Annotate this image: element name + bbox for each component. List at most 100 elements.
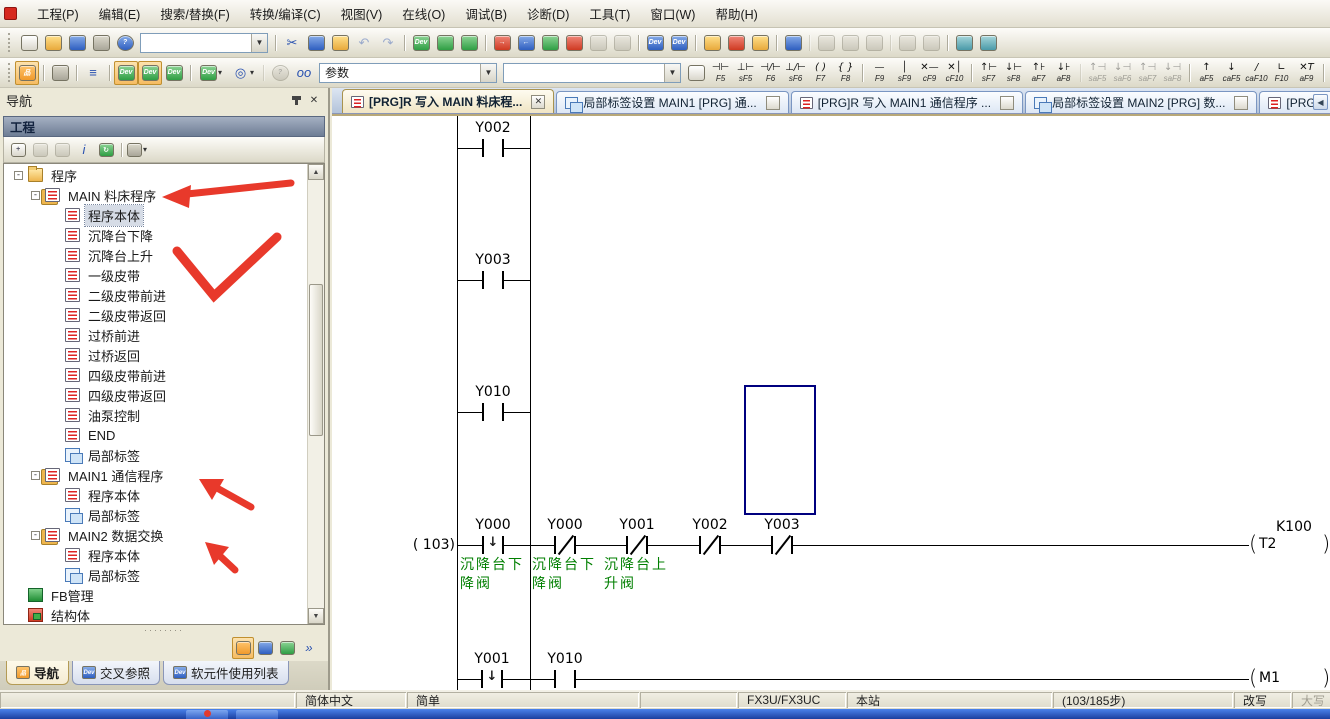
menu-item[interactable]: 视图(V) <box>331 0 393 27</box>
device-find2-button[interactable]: Dev <box>114 61 138 85</box>
paste-data-button[interactable] <box>51 139 73 161</box>
tree-scrollbar[interactable]: ▲ ▼ <box>307 164 324 624</box>
expander-icon[interactable]: - <box>31 471 40 480</box>
new-button[interactable] <box>17 31 41 55</box>
data-info-button[interactable]: i <box>73 139 95 161</box>
note-button[interactable] <box>862 31 886 55</box>
device-batch-button[interactable]: Dev <box>162 61 186 85</box>
ladder-symbol-button[interactable]: │sF9 <box>892 60 917 86</box>
tree-item[interactable]: 二级皮带返回 <box>4 305 307 325</box>
pin-icon[interactable] <box>288 93 304 108</box>
find-button[interactable]: oo <box>292 61 316 85</box>
read-from-plc-button[interactable]: ← <box>514 31 538 55</box>
tree-item[interactable]: 结构体 <box>4 605 307 625</box>
inline-st1-button[interactable] <box>952 31 976 55</box>
tree-item[interactable]: - MAIN1 通信程序 <box>4 465 307 485</box>
ladder-symbol-button[interactable]: ↓⊣saF8 <box>1160 60 1185 86</box>
menu-item[interactable]: 在线(O) <box>392 0 455 27</box>
tree-item[interactable]: 四级皮带前进 <box>4 365 307 385</box>
save-button[interactable] <box>65 31 89 55</box>
device-display-button[interactable]: Dev <box>195 61 227 85</box>
device-monitor-button[interactable] <box>433 31 457 55</box>
ladder-symbol-button[interactable]: ⊥⊢sF5 <box>733 60 758 86</box>
write-to-plc-button[interactable]: → <box>490 31 514 55</box>
tree-item[interactable]: 过桥前进 <box>4 325 307 345</box>
new-window-button[interactable] <box>684 61 708 85</box>
close-icon[interactable] <box>1234 96 1248 110</box>
tree-item[interactable]: 局部标签 <box>4 445 307 465</box>
tree-item[interactable]: END <box>4 425 307 445</box>
expander-icon[interactable]: - <box>31 531 40 540</box>
list-view-button[interactable]: ≡ <box>81 61 105 85</box>
redo-button[interactable]: ↷ <box>376 31 400 55</box>
menu-item[interactable]: 搜索/替换(F) <box>150 0 239 27</box>
nav-panel-tab[interactable]: 品 导航 <box>6 661 69 685</box>
device-list-button[interactable]: Dev <box>138 61 162 85</box>
nav-panel-tab[interactable]: Dev 软元件使用列表 <box>163 661 289 685</box>
close-icon[interactable]: ✕ <box>306 93 322 108</box>
menu-item[interactable]: 窗口(W) <box>640 0 705 27</box>
verify-green-button[interactable] <box>538 31 562 55</box>
monitor-gray2-button[interactable] <box>610 31 634 55</box>
sort-filter-button[interactable] <box>126 139 148 161</box>
capture-button[interactable] <box>276 637 298 659</box>
chevron-down-icon[interactable]: ▼ <box>664 64 680 82</box>
tree-item[interactable]: 程序本体 <box>4 545 307 565</box>
new-data-button[interactable]: + <box>7 139 29 161</box>
scroll-down-icon[interactable]: ▼ <box>308 608 324 624</box>
tree-item[interactable]: - MAIN 料床程序 <box>4 185 307 205</box>
find-combo[interactable]: ▼ <box>503 63 681 83</box>
device-start-button[interactable]: Dev <box>643 31 667 55</box>
ladder-symbol-button[interactable]: ↓caF5 <box>1219 60 1244 86</box>
ladder-symbol-button[interactable]: ∟F10 <box>1269 60 1294 86</box>
ladder-symbol-button[interactable]: ↑⊣saF5 <box>1085 60 1110 86</box>
close-icon[interactable] <box>766 96 780 110</box>
user-view-button[interactable] <box>232 637 254 659</box>
help-button[interactable]: ? <box>113 31 137 55</box>
chevron-down-icon[interactable]: ▼ <box>251 34 267 52</box>
verify-red-button[interactable] <box>562 31 586 55</box>
tree-item[interactable]: FB管理 <box>4 585 307 605</box>
device-run-button[interactable]: Dev <box>667 31 691 55</box>
tree-item[interactable]: 四级皮带返回 <box>4 385 307 405</box>
project-combo[interactable]: ▼ <box>140 33 268 53</box>
ladder-symbol-button[interactable]: ↓⊦aF8 <box>1051 60 1076 86</box>
document-tab[interactable]: [PRG]R 写入 MAIN 料床程... ✕ <box>342 89 554 113</box>
panel-splitter[interactable]: ········ <box>0 625 328 634</box>
ladder-symbol-button[interactable]: /caF10 <box>1244 60 1269 86</box>
tree-item[interactable]: 二级皮带前进 <box>4 285 307 305</box>
menu-item[interactable]: 编辑(E) <box>89 0 151 27</box>
tree-item[interactable]: 沉降台上升 <box>4 245 307 265</box>
ladder-canvas[interactable]: Y002 Y003 Y010 ( 103) <box>332 114 1330 690</box>
menu-item[interactable]: 调试(B) <box>455 0 517 27</box>
menu-item[interactable]: 帮助(H) <box>705 0 767 27</box>
ladder-symbol-button[interactable]: ✕TaF9 <box>1294 60 1319 86</box>
read-mode-button[interactable] <box>895 31 919 55</box>
paste-button[interactable] <box>328 31 352 55</box>
menu-item[interactable]: 转换/编译(C) <box>240 0 331 27</box>
menu-item[interactable]: 工程(P) <box>27 0 89 27</box>
tree-item[interactable]: 程序本体 <box>4 485 307 505</box>
inline-st2-button[interactable] <box>976 31 1000 55</box>
copy-button[interactable] <box>304 31 328 55</box>
tree-item[interactable]: 油泵控制 <box>4 405 307 425</box>
more-button[interactable]: » <box>298 637 320 659</box>
menu-item[interactable]: 诊断(D) <box>517 0 579 27</box>
tree-item[interactable]: 一级皮带 <box>4 265 307 285</box>
ladder-cursor[interactable] <box>744 385 816 515</box>
program-copy-button[interactable] <box>748 31 772 55</box>
ladder-symbol-button[interactable]: ↓⊣saF6 <box>1110 60 1135 86</box>
taskbar-app-button[interactable] <box>236 710 278 719</box>
tree-item[interactable]: 局部标签 <box>4 505 307 525</box>
cut-button[interactable]: ✂ <box>280 31 304 55</box>
ladder-symbol-button[interactable]: ↑⊦aF7 <box>1026 60 1051 86</box>
help2-button[interactable]: ? <box>268 61 292 85</box>
tree-item[interactable]: 程序本体 <box>4 205 307 225</box>
undo-button[interactable]: ↶ <box>352 31 376 55</box>
refresh-button[interactable]: ↻ <box>95 139 117 161</box>
scroll-up-icon[interactable]: ▲ <box>308 164 324 180</box>
document-tab[interactable]: 局部标签设置 MAIN2 [PRG] 数... <box>1025 91 1257 113</box>
ladder-symbol-button[interactable]: ✕—cF9 <box>917 60 942 86</box>
ladder-symbol-button[interactable]: —F9 <box>867 60 892 86</box>
statement-button[interactable] <box>838 31 862 55</box>
